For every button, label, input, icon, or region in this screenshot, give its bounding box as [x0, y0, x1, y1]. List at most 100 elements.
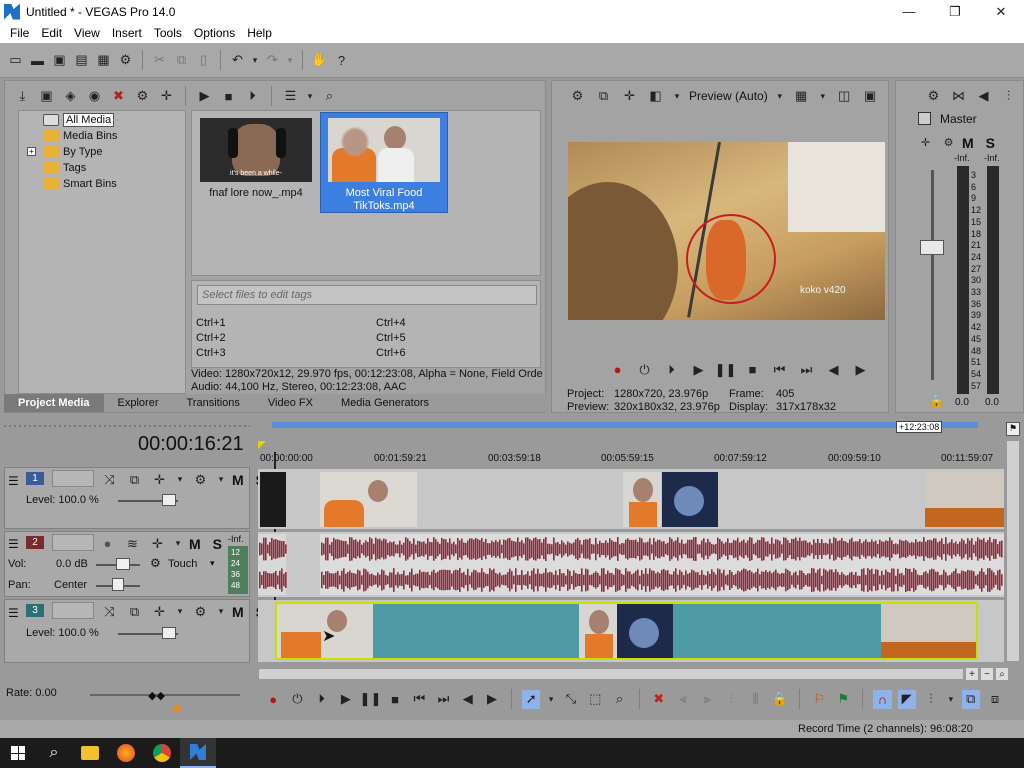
- master-fx-icon[interactable]: ⫶: [999, 87, 1018, 106]
- play-from-start-icon[interactable]: ⏵: [662, 360, 681, 379]
- maximize-button[interactable]: ❐: [932, 0, 978, 23]
- track-collapse-icon[interactable]: ☰: [8, 474, 19, 488]
- snapping-magnet-icon[interactable]: ∩: [873, 689, 892, 709]
- pan-slider-handle[interactable]: [112, 578, 124, 591]
- timeline-horizontal-scrollbar[interactable]: [258, 668, 964, 680]
- redo-icon[interactable]: ↷: [263, 51, 282, 70]
- track-3-mute-button[interactable]: M: [232, 604, 244, 620]
- views-icon[interactable]: ☰: [281, 87, 300, 106]
- compositing-dropdown-icon[interactable]: ▾: [175, 602, 185, 621]
- master-solo-button[interactable]: S: [986, 135, 995, 151]
- tab-project-media[interactable]: Project Media: [4, 394, 104, 412]
- render-icon[interactable]: ▦: [94, 51, 113, 70]
- invert-phase-icon[interactable]: ≋: [123, 534, 142, 553]
- open-icon[interactable]: ▬: [28, 51, 47, 70]
- track-motion-icon[interactable]: ⤨: [100, 602, 119, 621]
- track-name-field-1[interactable]: [52, 470, 94, 487]
- pause-icon[interactable]: ❚❚: [715, 360, 737, 379]
- import-media-icon[interactable]: ⤓: [13, 87, 32, 106]
- search-icon[interactable]: ⌕: [36, 738, 72, 768]
- menu-view[interactable]: View: [68, 26, 106, 40]
- menu-help[interactable]: Help: [241, 26, 278, 40]
- insert-region-icon[interactable]: ⚑: [834, 690, 852, 709]
- remove-icon[interactable]: ✖: [109, 87, 128, 106]
- edit-tool-dropdown-icon[interactable]: ▾: [546, 690, 556, 709]
- menu-file[interactable]: File: [4, 26, 35, 40]
- media-thumbnail-fnaf[interactable]: it's been a while-: [200, 118, 312, 182]
- copy-snapshot-icon[interactable]: ◫: [835, 87, 854, 106]
- overlays-dropdown-icon[interactable]: ▾: [818, 87, 828, 106]
- envelope-tool-icon[interactable]: ⤡: [562, 690, 580, 709]
- automation-mode-select[interactable]: Touch: [168, 558, 197, 570]
- video-fx-icon[interactable]: ✛: [620, 87, 639, 106]
- video-clip-food-1[interactable]: [320, 472, 417, 527]
- stop-icon[interactable]: ■: [386, 690, 404, 709]
- go-to-end-icon[interactable]: ⏭: [434, 690, 452, 709]
- globe-icon[interactable]: ◉: [85, 87, 104, 106]
- video-clip-food-4[interactable]: [925, 472, 1004, 527]
- stop-icon[interactable]: ■: [743, 360, 762, 379]
- master-fx-chain-icon[interactable]: ✛: [916, 133, 935, 152]
- properties-gear-icon[interactable]: ⚙: [116, 51, 135, 70]
- start-button[interactable]: [0, 738, 36, 768]
- tree-item-all-media[interactable]: All Media: [43, 112, 115, 127]
- video-clip-track3[interactable]: [275, 602, 978, 660]
- menu-insert[interactable]: Insert: [106, 26, 148, 40]
- track-gear-dropdown-icon[interactable]: ▾: [216, 470, 226, 489]
- preview-quality-dropdown-icon[interactable]: ▾: [775, 87, 785, 106]
- preview-properties-gear-icon[interactable]: ⚙: [568, 87, 587, 106]
- audio-fx-dropdown-icon[interactable]: ▾: [173, 534, 183, 553]
- track-1-mute-button[interactable]: M: [232, 472, 244, 488]
- timeline-grip[interactable]: [4, 425, 250, 427]
- next-frame-icon[interactable]: ▶: [851, 360, 870, 379]
- arm-record-icon[interactable]: ●: [98, 534, 117, 553]
- firefox-icon[interactable]: [108, 738, 144, 768]
- next-frame-icon[interactable]: ▶: [483, 690, 501, 709]
- tree-item-media-bins[interactable]: Media Bins: [43, 128, 117, 143]
- chrome-icon[interactable]: [144, 738, 180, 768]
- undo-dropdown-icon[interactable]: ▾: [250, 51, 260, 70]
- track-motion-icon[interactable]: ⤨: [100, 470, 119, 489]
- compositing-icon[interactable]: ✛: [150, 602, 169, 621]
- play-icon[interactable]: ▶: [689, 360, 708, 379]
- audio-fx-icon[interactable]: ✛: [148, 534, 167, 553]
- save-icon[interactable]: ▣: [50, 51, 69, 70]
- tab-video-fx[interactable]: Video FX: [254, 397, 327, 409]
- automation-mode-dropdown-icon[interactable]: ▾: [210, 558, 215, 569]
- tab-explorer[interactable]: Explorer: [104, 397, 173, 409]
- zoom-tool-icon[interactable]: ⌕: [610, 690, 628, 709]
- whats-this-help-icon[interactable]: ?: [332, 51, 351, 70]
- downmix-icon[interactable]: ⋈: [949, 87, 968, 106]
- split-icon[interactable]: ⫼: [746, 690, 764, 709]
- insert-marker-icon[interactable]: ⚐: [810, 690, 828, 709]
- redo-dropdown-icon[interactable]: ▾: [285, 51, 295, 70]
- tab-media-generators[interactable]: Media Generators: [327, 397, 443, 409]
- track-collapse-icon[interactable]: ☰: [8, 537, 19, 551]
- cut-icon[interactable]: ✂: [150, 51, 169, 70]
- automation-gear-icon[interactable]: ⚙: [150, 556, 161, 570]
- auto-preview-icon[interactable]: ⏵: [243, 87, 262, 106]
- video-clip-food-2[interactable]: [623, 472, 661, 527]
- external-monitor-icon[interactable]: ⧉: [594, 87, 613, 106]
- master-properties-icon[interactable]: ⚙: [939, 133, 958, 152]
- menu-edit[interactable]: Edit: [35, 26, 68, 40]
- go-to-end-icon[interactable]: ⏭: [797, 360, 816, 379]
- trim-end-icon[interactable]: ⫶: [722, 690, 740, 709]
- record-icon[interactable]: ●: [608, 360, 627, 379]
- play-icon[interactable]: ▶: [195, 87, 214, 106]
- menu-options[interactable]: Options: [188, 26, 241, 40]
- prev-frame-icon[interactable]: ◀: [824, 360, 843, 379]
- close-button[interactable]: ✕: [978, 0, 1024, 23]
- master-lock-icon[interactable]: 🔒: [929, 394, 944, 408]
- save-snapshot-icon[interactable]: ▣: [861, 87, 880, 106]
- video-clip-fnaf[interactable]: [260, 472, 286, 527]
- go-to-start-icon[interactable]: ⏮: [770, 360, 789, 379]
- compositing-dropdown-icon[interactable]: ▾: [175, 470, 185, 489]
- vegas-taskbar-icon[interactable]: [180, 738, 216, 768]
- loop-playback-icon[interactable]: ⏻: [288, 690, 306, 709]
- normal-edit-tool-icon[interactable]: ➚: [522, 689, 541, 709]
- record-icon[interactable]: ●: [264, 690, 282, 709]
- delete-icon[interactable]: ✖: [650, 690, 668, 709]
- copy-icon[interactable]: ⧉: [172, 51, 191, 70]
- get-media-icon[interactable]: ◈: [61, 87, 80, 106]
